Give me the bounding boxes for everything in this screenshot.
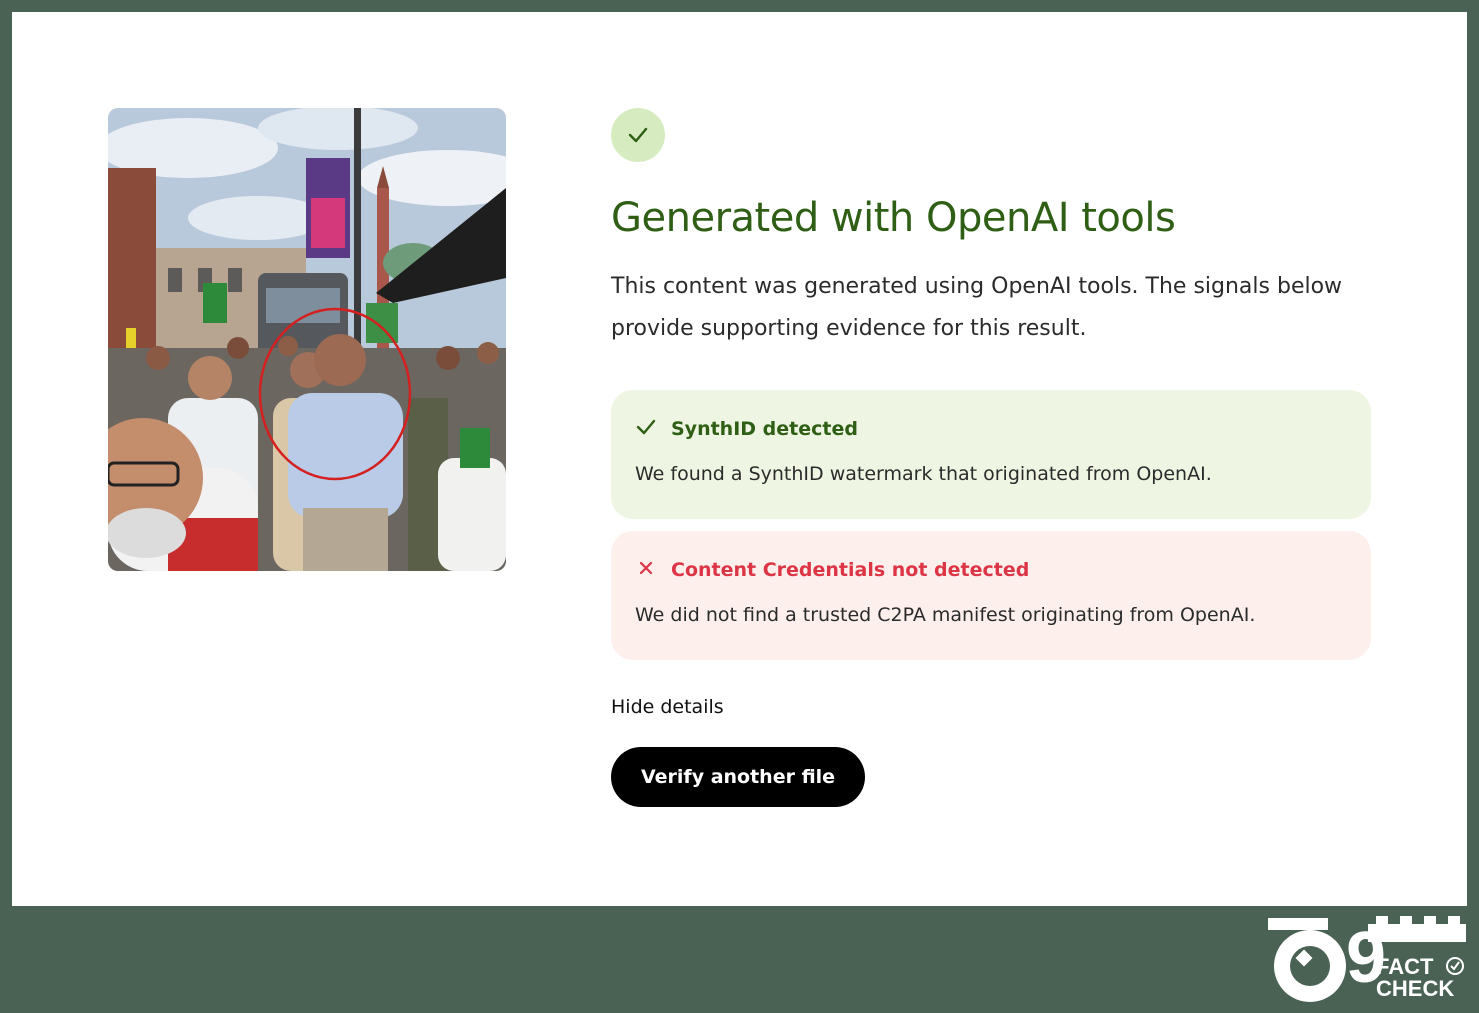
result-section: Generated with OpenAI tools This content… bbox=[611, 108, 1371, 807]
hide-details-link[interactable]: Hide details bbox=[611, 696, 724, 718]
cross-icon bbox=[635, 557, 657, 583]
synthid-signal-header: SynthID detected bbox=[635, 416, 1347, 442]
verify-another-file-button[interactable]: Verify another file bbox=[611, 747, 866, 807]
check-icon bbox=[611, 108, 665, 162]
factcheck-logo: 9 FACT CHECK bbox=[1268, 916, 1468, 1004]
c2pa-signal-header: Content Credentials not detected bbox=[635, 557, 1347, 583]
synthid-signal-label: SynthID detected bbox=[671, 418, 858, 440]
c2pa-signal-detail: We did not find a trusted C2PA manifest … bbox=[635, 604, 1256, 626]
logo-line2: CHECK bbox=[1376, 976, 1454, 1001]
synthid-signal-detail: We found a SynthID watermark that origin… bbox=[635, 463, 1212, 485]
synthid-signal-card: SynthID detected We found a SynthID wate… bbox=[611, 390, 1371, 519]
result-description: This content was generated using OpenAI … bbox=[611, 274, 1343, 341]
uploaded-image-preview bbox=[108, 108, 506, 571]
c2pa-signal-card: Content Credentials not detected We did … bbox=[611, 531, 1371, 660]
result-title: Generated with OpenAI tools bbox=[611, 195, 1176, 241]
verification-panel: Generated with OpenAI tools This content… bbox=[12, 12, 1467, 906]
check-icon bbox=[635, 416, 657, 442]
c2pa-signal-label: Content Credentials not detected bbox=[671, 559, 1030, 581]
